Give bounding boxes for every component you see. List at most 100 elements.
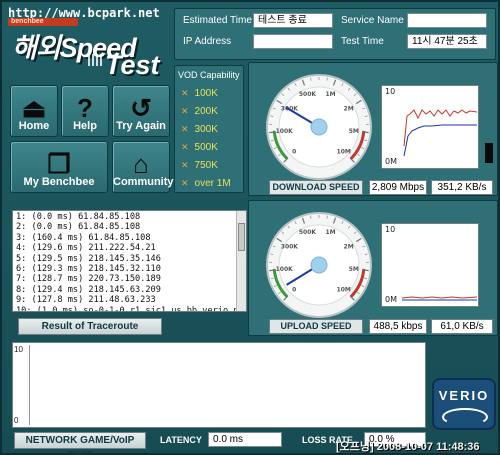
gauge-tick-label: 5M [349,266,359,273]
gauge-tick [269,131,276,134]
latency-value: 0.0 ms [208,432,282,447]
traceroute-line: 3: (160.4 ms) 61.84.85.108 [16,232,151,243]
check-icon: ✕ [181,142,189,152]
upload-panel: 0 100K 300K 500K 1M 2M 5M 10M 10 0M UPLOAD SPEE… [248,200,498,336]
gauge-tick-label: 0 [292,149,296,156]
refresh-icon: ↺ [130,93,152,123]
gauge-hub [310,256,328,274]
traceroute-line: 9: (127.8 ms) 211.48.63.233 [16,295,156,306]
vod-capability-panel: VOD Capability ✕ 100K ✕ 200K ✕ 300K ✕ 500K ✕… [174,65,244,193]
gauge-tick [362,131,369,134]
gauge-tick-label: 100K [276,266,294,273]
vod-item: ✕ 300K [181,124,218,135]
verio-logo-text: VERIO [438,388,490,403]
test-time-field: 11시 47분 25초 [407,34,487,49]
info-panel: Estimated Time 테스트 종료 Service Name IP Ad… [174,8,496,60]
gauge-tick-label: 1M [325,91,335,98]
traceroute-line: 7: (128.7 ms) 220.73.150.189 [16,274,161,285]
community-icon: ⌂ [133,149,149,179]
estimated-time-field: 테스트 종료 [253,13,333,28]
timestamp-watermark: [오프닝] 2008-10-07 11:48:36 [336,441,480,453]
vod-item: ✕ 100K [181,88,218,99]
ip-address-label: IP Address [183,36,232,47]
check-icon: ✕ [181,178,189,188]
gauge-tick-label: 500K [299,91,317,98]
network-game-voip-button[interactable]: NETWORK GAME/VoIP TEST [14,432,146,455]
download-panel: 0100K300K500K1M2M5M10M 10 0M DOWNLOAD SP… [248,62,498,196]
my-benchbee-label: My Benchbee [23,176,95,188]
help-button[interactable]: ? Help [61,85,109,137]
gauge-tick [362,269,369,272]
home-label: Home [18,120,50,132]
scrollbar-thumb[interactable] [238,223,245,251]
windows-stack-icon: ❐ [47,149,71,179]
try-again-button[interactable]: ↺ Try Again [112,85,170,137]
check-icon: ✕ [181,106,189,116]
check-icon: ✕ [181,88,189,98]
vod-item: ✕ 500K [181,142,218,153]
traceroute-scrollbar[interactable] [236,211,246,311]
traceroute-line: 8: (129.4 ms) 218.145.63.209 [16,284,161,295]
upload-history-plot [401,296,478,301]
download-level-indicator [485,143,493,163]
speedtest-window: http://www.bcpark.net benchbee 해외Speed T… [0,0,500,455]
gauge-tick-label: 5M [349,128,359,135]
latency-label: LATENCY [160,435,202,445]
download-speed-caption: DOWNLOAD SPEED [269,180,363,195]
traceroute-line: 10: (1.0 ms) so-0-1-0.r1.sjc1.us.bb.veri… [16,305,247,312]
gauge-tick-label: 2M [344,105,354,112]
traceroute-line: 2: (0.0 ms) 61.84.85.108 [16,222,141,233]
try-again-label: Try Again [116,120,166,132]
traceroute-result-button[interactable]: Result of Traceroute [18,318,162,335]
download-chart-bottom-label: 0M [385,157,397,166]
download-kbs-readout: 351,2 KB/s [431,180,493,195]
my-benchbee-button[interactable]: ❐ My Benchbee [10,141,108,193]
estimated-time-label: Estimated Time [183,15,252,26]
traceroute-line: 1: (0.0 ms) 61.84.85.108 [16,212,141,222]
eject-icon: ⏏ [21,93,47,123]
gauge-tick-label: 100K [276,128,294,135]
gauge-tick [269,269,276,272]
gauge-hub [310,118,328,136]
community-label: Community [113,176,174,188]
service-name-field [407,13,487,28]
home-button[interactable]: ⏏ Home [10,85,58,137]
traceroute-log[interactable]: 1: (0.0 ms) 61.84.85.108 2: (0.0 ms) 61.8… [12,210,247,312]
upload-speed-caption: UPLOAD SPEED [269,319,363,334]
community-button[interactable]: ⌂ Community [112,141,174,193]
brand-logo: benchbee [8,18,78,26]
vod-item: ✕ 750K [181,160,218,171]
service-name-label: Service Name [341,15,404,26]
ip-address-field [253,34,333,49]
check-icon: ✕ [181,160,189,170]
latency-graph-bottom-label: 0 [14,416,19,425]
download-mbps-readout: 2,809 Mbps [369,180,427,195]
gauge-tick-label: 1M [325,229,335,236]
check-icon: ✕ [181,124,189,134]
gauge-tick-label: 2M [344,243,354,250]
logo-decoration [88,54,102,66]
help-label: Help [73,120,97,132]
traceroute-line: 4: (129.6 ms) 211.222.54.21 [16,243,156,254]
question-icon: ? [77,93,93,123]
verio-logo: VERIO [432,378,496,430]
upload-kbs-readout: 61,0 KB/s [431,319,493,334]
download-gauge: 0100K300K500K1M2M5M10M [266,74,372,180]
gauge-tick-label: 500K [299,229,317,236]
traceroute-line: 6: (129.3 ms) 218.145.32.110 [16,264,161,275]
upload-kbps-readout: 488,5 kbps [369,319,427,334]
gauge-tick-label: 300K [281,243,299,250]
vod-item: ✕ 200K [181,106,218,117]
vod-title: VOD Capability [178,70,240,80]
traceroute-line: 5: (129.5 ms) 218.145.35.146 [16,253,161,264]
upload-chart-top-label: 10 [385,225,396,234]
gauge-tick-label: 10M [337,287,351,294]
latency-graph-axis [29,345,30,425]
latency-graph: 10 0 [12,342,426,428]
verio-swoosh [442,408,488,426]
download-chart-top-label: 10 [385,87,396,96]
app-subtitle: Test [105,50,160,80]
traceroute-lines: 1: (0.0 ms) 61.84.85.108 2: (0.0 ms) 61.8… [16,212,247,312]
upload-chart-bottom-label: 0M [385,295,397,304]
gauge-tick-label: 0 [292,287,296,294]
